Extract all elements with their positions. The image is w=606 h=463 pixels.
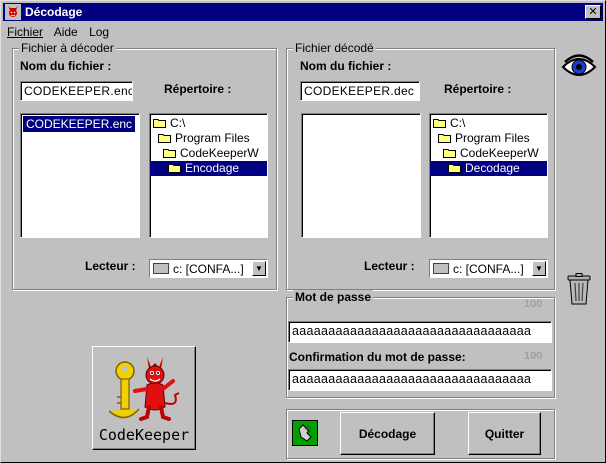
menu-aide[interactable]: Aide: [54, 25, 78, 39]
source-filename-label: Nom du fichier :: [20, 59, 112, 73]
menu-bar: Fichier Aide Log: [7, 25, 117, 41]
dest-filename-label: Nom du fichier :: [300, 59, 392, 73]
drive-icon: [433, 263, 449, 274]
app-devil-icon: [5, 4, 21, 20]
source-filename-input[interactable]: CODEKEEPER.enc: [20, 81, 133, 101]
open-folder-icon: [443, 147, 457, 158]
decode-window: Décodage ✕ Fichier Aide Log Fichier à dé…: [0, 0, 606, 463]
confirm-password-input[interactable]: aaaaaaaaaaaaaaaaaaaaaaaaaaaaaaaaa: [288, 369, 552, 391]
dest-drive-label: Lecteur :: [364, 259, 415, 273]
hand-key-icon[interactable]: [292, 420, 318, 446]
tree-item-program-files[interactable]: Program Files: [430, 131, 547, 146]
password-group-title: Mot de passe: [293, 290, 374, 304]
hand-icon: [298, 424, 312, 442]
close-button[interactable]: ✕: [585, 5, 601, 19]
source-dir-label: Répertoire :: [164, 82, 232, 96]
tree-item-root[interactable]: C:\: [150, 116, 267, 131]
source-file-item[interactable]: CODEKEEPER.enc: [23, 116, 136, 132]
quit-button[interactable]: Quitter: [468, 412, 541, 455]
confirm-max-length: 100: [524, 350, 543, 362]
tree-item-encodage[interactable]: Encodage: [150, 161, 267, 176]
dest-file-list[interactable]: [301, 113, 421, 238]
open-folder-icon: [163, 147, 177, 158]
logo-text: CodeKeeper: [98, 426, 190, 444]
dest-dir-tree[interactable]: C:\ Program Files CodeKeeperW Decodage: [429, 113, 548, 238]
codekeeper-logo: CodeKeeper: [92, 346, 196, 450]
chevron-down-icon[interactable]: ▼: [252, 261, 266, 276]
open-folder-icon: [448, 162, 462, 173]
open-folder-icon: [168, 162, 182, 173]
window-title: Décodage: [25, 5, 83, 19]
open-folder-icon: [158, 132, 172, 143]
drive-icon: [153, 263, 169, 274]
dest-dir-label: Répertoire :: [444, 82, 512, 96]
dest-filename-input[interactable]: CODEKEEPER.dec: [300, 81, 420, 101]
confirm-password-label: Confirmation du mot de passe:: [289, 350, 466, 364]
open-folder-icon: [153, 117, 167, 128]
menu-fichier[interactable]: Fichier: [7, 25, 43, 39]
devil-key-icon: [108, 357, 180, 421]
tree-item-root[interactable]: C:\: [430, 116, 547, 131]
source-drive-label: Lecteur :: [85, 259, 136, 273]
chevron-down-icon[interactable]: ▼: [532, 261, 546, 276]
trash-can-icon[interactable]: [566, 273, 592, 305]
menu-log[interactable]: Log: [89, 25, 109, 39]
source-file-list[interactable]: CODEKEEPER.enc: [20, 113, 140, 238]
tree-item-decodage[interactable]: Decodage: [430, 161, 547, 176]
dest-group-title: Fichier décodé: [293, 41, 376, 55]
dest-drive-select[interactable]: c: [CONFA...] ▼: [429, 259, 548, 278]
source-dir-tree[interactable]: C:\ Program Files CodeKeeperW Encodage: [149, 113, 268, 238]
open-folder-icon: [433, 117, 447, 128]
source-drive-select[interactable]: c: [CONFA...] ▼: [149, 259, 268, 278]
eye-icon[interactable]: [561, 53, 597, 81]
decode-button[interactable]: Décodage: [340, 412, 435, 455]
tree-item-codekeeperw[interactable]: CodeKeeperW: [430, 146, 547, 161]
password-max-length: 100: [524, 298, 543, 310]
title-bar[interactable]: Décodage ✕: [3, 3, 603, 21]
open-folder-icon: [438, 132, 452, 143]
tree-item-codekeeperw[interactable]: CodeKeeperW: [150, 146, 267, 161]
password-input[interactable]: aaaaaaaaaaaaaaaaaaaaaaaaaaaaaaaaa: [288, 321, 552, 343]
source-group-title: Fichier à décoder: [19, 41, 116, 55]
tree-item-program-files[interactable]: Program Files: [150, 131, 267, 146]
